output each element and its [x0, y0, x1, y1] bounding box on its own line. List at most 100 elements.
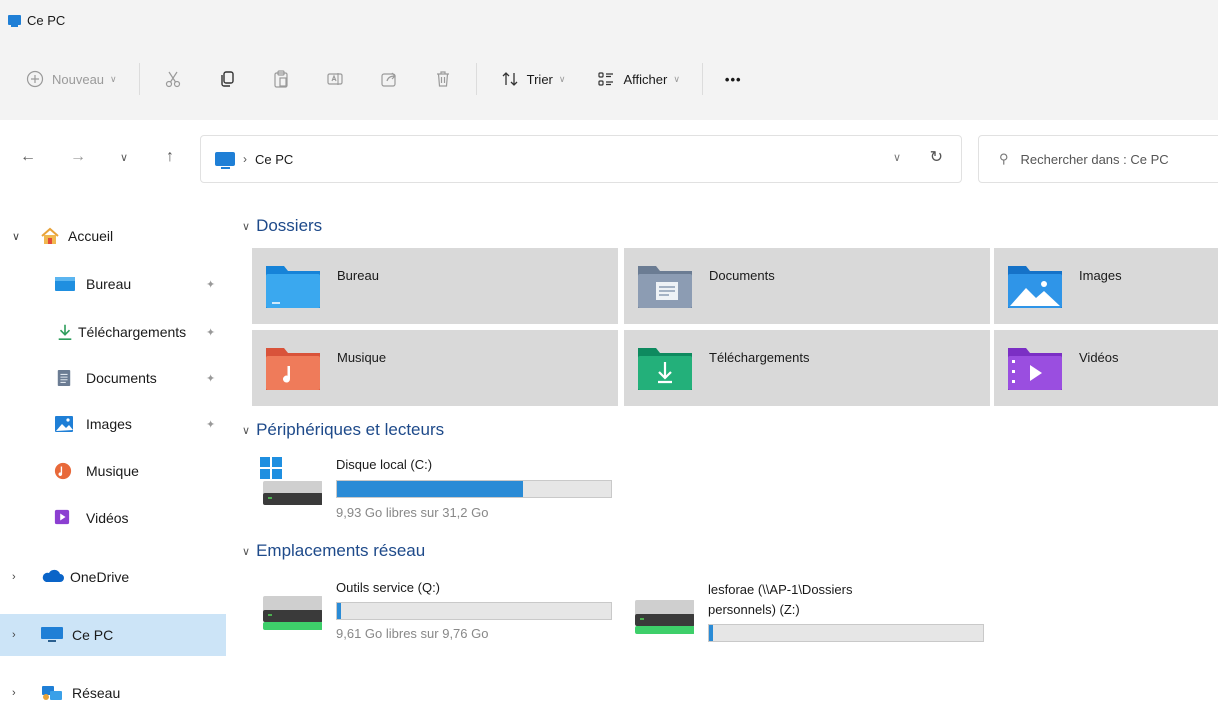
sidebar-item-label: Musique: [86, 463, 139, 479]
drive-name: Disque local (C:): [336, 457, 433, 472]
windows-drive-icon: [260, 457, 323, 507]
expand-chevron-icon[interactable]: ›: [12, 687, 16, 699]
navigation-pane: ∨ Accueil Bureau ✦ Téléchargements ✦ Doc…: [0, 210, 230, 713]
network-drive-q[interactable]: Outils service (Q:) 9,61 Go libres sur 9…: [260, 580, 620, 646]
drive-free-space: 9,93 Go libres sur 31,2 Go: [336, 505, 489, 520]
recent-locations-chevron-icon[interactable]: ∨: [110, 143, 138, 171]
section-title: Dossiers: [256, 216, 323, 235]
chevron-down-icon: ∨: [673, 73, 680, 84]
sidebar-item-documents[interactable]: Documents ✦: [0, 357, 226, 399]
folder-tile-documents[interactable]: Documents: [624, 248, 990, 324]
downloads-folder-icon: [634, 342, 696, 394]
pin-icon: ✦: [206, 418, 216, 431]
drive-name: Outils service (Q:): [336, 580, 441, 595]
back-arrow-icon[interactable]: ←: [14, 143, 42, 171]
trash-icon: [432, 68, 454, 90]
sidebar-item-reseau[interactable]: › Réseau: [0, 672, 226, 713]
folder-name: Documents: [709, 268, 775, 283]
folder-name: Téléchargements: [709, 350, 810, 365]
expand-chevron-icon[interactable]: ∨: [12, 230, 20, 243]
new-label: Nouveau: [52, 71, 105, 87]
images-icon: [54, 415, 74, 433]
address-dropdown-icon[interactable]: ∨: [893, 151, 901, 164]
sidebar-item-ce-pc[interactable]: › Ce PC: [0, 614, 226, 656]
pc-icon: [215, 152, 235, 169]
pc-icon: [40, 626, 63, 644]
sort-arrows-icon: [499, 68, 521, 90]
drive-item-c[interactable]: Disque local (C:) 9,93 Go libres sur 31,…: [260, 457, 620, 523]
rename-button[interactable]: [314, 59, 356, 99]
network-drive-icon: [260, 594, 323, 644]
drive-name-line2: personnels) (Z:): [708, 602, 800, 617]
drive-free-space: 9,61 Go libres sur 9,76 Go: [336, 626, 489, 641]
address-bar[interactable]: › Ce PC ∨ ↻: [200, 135, 962, 183]
cut-button[interactable]: [152, 59, 194, 99]
search-icon: ⚲: [999, 151, 1009, 166]
folder-tile-videos[interactable]: Vidéos: [994, 330, 1218, 406]
sort-label: Trier: [526, 71, 553, 87]
copy-icon: [216, 68, 238, 90]
up-arrow-icon[interactable]: ↑: [156, 143, 184, 171]
videos-icon: [54, 509, 74, 527]
network-drive-icon: [632, 598, 695, 648]
sidebar-item-label: Accueil: [68, 228, 114, 244]
paste-icon: [270, 68, 292, 90]
sidebar-item-images[interactable]: Images ✦: [0, 403, 226, 445]
section-header-network[interactable]: ∨ Emplacements réseau: [242, 541, 425, 561]
delete-button[interactable]: [422, 59, 464, 99]
sidebar-item-accueil[interactable]: ∨ Accueil: [0, 215, 226, 257]
music-folder-icon: [262, 342, 324, 394]
copy-button[interactable]: [206, 59, 248, 99]
folder-tile-bureau[interactable]: Bureau: [252, 248, 618, 324]
network-drive-z[interactable]: lesforae (\\AP-1\Dossiers personnels) (Z…: [632, 582, 1012, 652]
sidebar-item-label: Documents: [86, 370, 157, 386]
sidebar-item-videos[interactable]: Vidéos: [0, 497, 226, 539]
toolbar: Nouveau ∨ Trier ∨ Afficher ∨ •••: [14, 55, 752, 103]
desktop-folder-icon: [262, 260, 324, 312]
section-header-drives[interactable]: ∨ Périphériques et lecteurs: [242, 420, 444, 440]
folder-tile-images[interactable]: Images: [994, 248, 1218, 324]
window-title: Ce PC: [27, 12, 66, 28]
sidebar-item-label: Bureau: [86, 276, 132, 292]
home-icon: [40, 227, 60, 245]
toolbar-divider: [138, 63, 140, 95]
network-icon: [40, 684, 62, 702]
pin-icon: ✦: [206, 326, 216, 339]
section-title: Périphériques et lecteurs: [256, 420, 445, 439]
folder-tile-telechargements[interactable]: Téléchargements: [624, 330, 990, 406]
section-header-dossiers[interactable]: ∨ Dossiers: [242, 216, 322, 236]
folder-name: Bureau: [337, 268, 379, 283]
collapse-chevron-icon: ∨: [242, 220, 251, 233]
sidebar-item-bureau[interactable]: Bureau ✦: [0, 263, 226, 305]
sort-button[interactable]: Trier ∨: [489, 59, 576, 99]
paste-button[interactable]: [260, 59, 302, 99]
toolbar-divider: [475, 63, 477, 95]
more-icon: •••: [724, 71, 742, 87]
music-icon: [54, 462, 74, 480]
sidebar-item-label: Ce PC: [72, 627, 114, 643]
sidebar-item-label: Téléchargements: [78, 324, 187, 340]
expand-chevron-icon[interactable]: ›: [12, 629, 16, 641]
forward-arrow-icon[interactable]: →: [64, 143, 92, 171]
sidebar-item-musique[interactable]: Musique: [0, 450, 226, 492]
new-button[interactable]: Nouveau ∨: [14, 59, 127, 99]
search-box[interactable]: ⚲ Rechercher dans : Ce PC: [978, 135, 1218, 183]
sidebar-item-onedrive[interactable]: › OneDrive: [0, 556, 226, 598]
share-button[interactable]: [368, 59, 410, 99]
images-folder-icon: [1004, 260, 1066, 312]
sidebar-item-telechargements[interactable]: Téléchargements ✦: [0, 311, 226, 353]
expand-chevron-icon[interactable]: ›: [12, 571, 16, 583]
videos-folder-icon: [1004, 342, 1066, 394]
view-button[interactable]: Afficher ∨: [585, 59, 689, 99]
breadcrumb-chevron-icon: ›: [243, 152, 247, 166]
folder-tile-musique[interactable]: Musique: [252, 330, 618, 406]
documents-folder-icon: [634, 260, 696, 312]
search-placeholder: Rechercher dans : Ce PC: [1020, 151, 1169, 167]
chevron-down-icon: ∨: [558, 73, 566, 84]
breadcrumb-ce-pc[interactable]: Ce PC: [255, 152, 293, 167]
refresh-icon[interactable]: ↻: [930, 147, 943, 167]
sidebar-item-label: Réseau: [72, 685, 121, 701]
chevron-down-icon: ∨: [110, 73, 117, 84]
navigation-bar: ← → ∨ ↑ › Ce PC ∨ ↻ ⚲ Rechercher dans : …: [0, 133, 1218, 185]
more-options-button[interactable]: •••: [715, 59, 752, 99]
